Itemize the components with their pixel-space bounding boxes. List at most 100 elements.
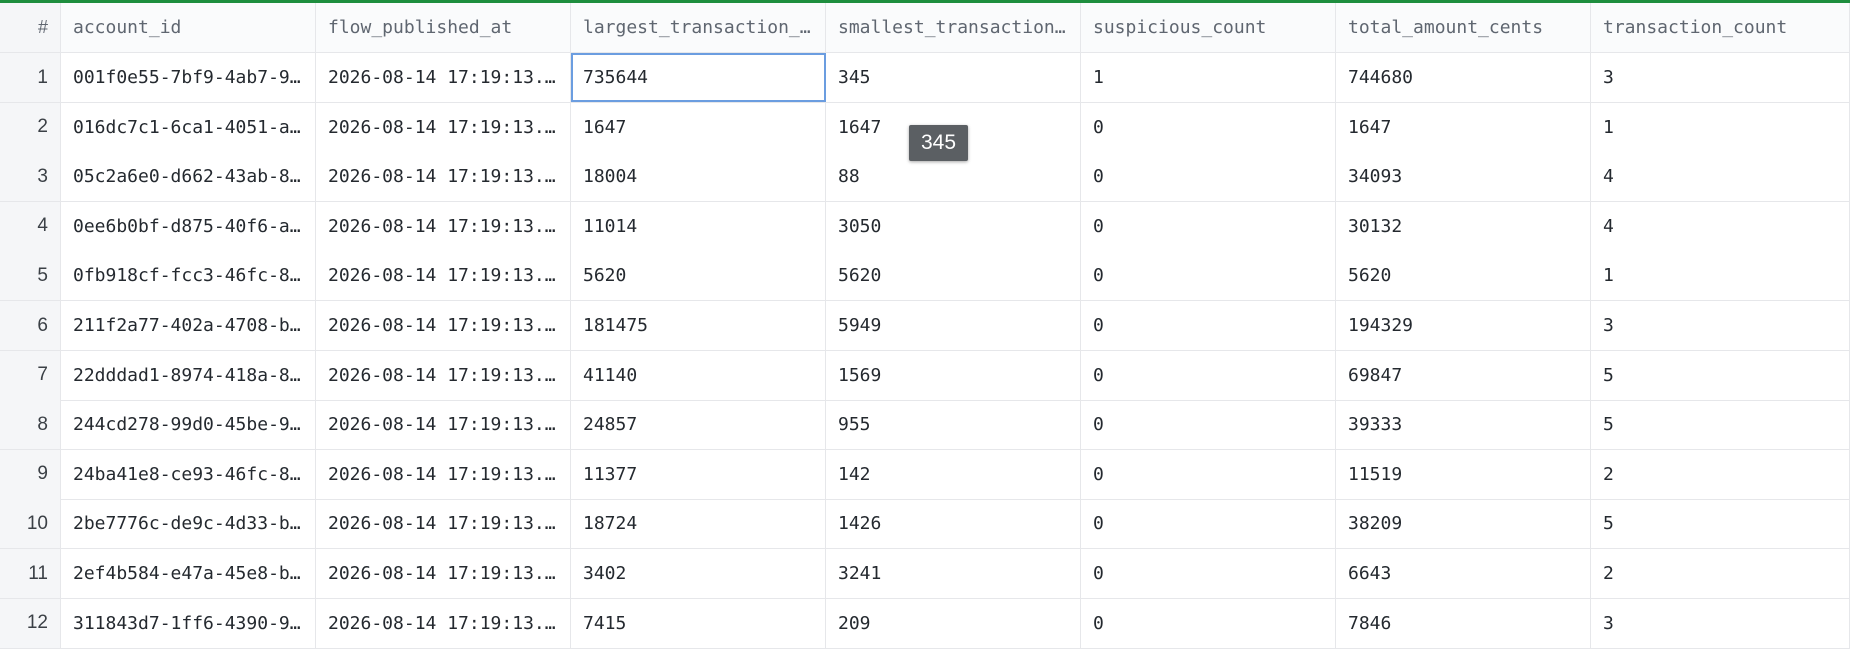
cell-transaction-count[interactable]: 5 — [1591, 350, 1850, 400]
cell-flow-published-at[interactable]: 2026-08-14 17:19:13.… — [316, 152, 571, 202]
cell-smallest-transaction[interactable]: 5949 — [826, 301, 1081, 350]
cell-total-amount-cents[interactable]: 30132 — [1336, 201, 1591, 251]
cell-largest-transaction[interactable]: 18004 — [571, 152, 826, 202]
cell-transaction-count[interactable]: 1 — [1591, 102, 1850, 152]
cell-total-amount-cents[interactable]: 744680 — [1336, 53, 1591, 102]
column-header-largest-transaction[interactable]: largest_transaction_… — [571, 3, 826, 52]
cell-account-id[interactable]: 2be7776c-de9c-4d33-b… — [61, 499, 316, 549]
cell-account-id[interactable]: 001f0e55-7bf9-4ab7-9… — [61, 53, 316, 102]
cell-total-amount-cents[interactable]: 11519 — [1336, 449, 1591, 499]
cell-account-id[interactable]: 24ba41e8-ce93-46fc-8… — [61, 449, 316, 499]
cell-smallest-transaction[interactable]: 5620 — [826, 251, 1081, 301]
table-row[interactable]: 1 001f0e55-7bf9-4ab7-9… 2026-08-14 17:19:1… — [0, 53, 1850, 103]
cell-total-amount-cents[interactable]: 1647 — [1336, 102, 1591, 152]
cell-largest-transaction[interactable]: 181475 — [571, 301, 826, 350]
cell-transaction-count[interactable]: 3 — [1591, 598, 1850, 648]
cell-account-id[interactable]: 244cd278-99d0-45be-9… — [61, 400, 316, 450]
cell-total-amount-cents[interactable]: 5620 — [1336, 251, 1591, 301]
cell-account-id[interactable]: 211f2a77-402a-4708-b… — [61, 301, 316, 350]
cell-largest-transaction[interactable]: 41140 — [571, 350, 826, 400]
cell-total-amount-cents[interactable]: 194329 — [1336, 301, 1591, 350]
cell-account-id[interactable]: 0fb918cf-fcc3-46fc-8… — [61, 251, 316, 301]
cell-smallest-transaction[interactable]: 345 — [826, 53, 1081, 102]
cell-suspicious-count[interactable]: 0 — [1081, 251, 1336, 301]
cell-largest-transaction[interactable]: 7415 — [571, 598, 826, 648]
cell-suspicious-count[interactable]: 0 — [1081, 350, 1336, 400]
cell-suspicious-count[interactable]: 0 — [1081, 152, 1336, 202]
cell-largest-transaction[interactable]: 18724 — [571, 499, 826, 549]
cell-account-id[interactable]: 05c2a6e0-d662-43ab-8… — [61, 152, 316, 202]
cell-flow-published-at[interactable]: 2026-08-14 17:19:13.… — [316, 499, 571, 549]
column-header-account-id[interactable]: account_id — [61, 3, 316, 52]
cell-suspicious-count[interactable]: 0 — [1081, 499, 1336, 549]
table-row[interactable]: 9 24ba41e8-ce93-46fc-8… 2026-08-14 17:19:1… — [0, 449, 1850, 500]
cell-flow-published-at[interactable]: 2026-08-14 17:19:13.… — [316, 400, 571, 450]
cell-total-amount-cents[interactable]: 6643 — [1336, 549, 1591, 598]
cell-largest-transaction[interactable]: 3402 — [571, 549, 826, 598]
cell-transaction-count[interactable]: 2 — [1591, 449, 1850, 499]
table-row[interactable]: 7 22dddad1-8974-418a-8… 2026-08-14 17:19:1… — [0, 350, 1850, 401]
cell-flow-published-at[interactable]: 2026-08-14 17:19:13.… — [316, 350, 571, 400]
cell-suspicious-count[interactable]: 0 — [1081, 301, 1336, 350]
cell-largest-transaction[interactable]: 1647 — [571, 102, 826, 152]
table-row[interactable]: 8 244cd278-99d0-45be-9… 2026-08-14 17:19:1… — [0, 400, 1850, 451]
table-row[interactable]: 10 2be7776c-de9c-4d33-b… 2026-08-14 17:19:… — [0, 499, 1850, 550]
column-header-transaction-count[interactable]: transaction_count — [1591, 3, 1850, 52]
cell-smallest-transaction[interactable]: 209 — [826, 598, 1081, 648]
column-header-smallest-transaction[interactable]: smallest_transaction… — [826, 3, 1081, 52]
cell-flow-published-at[interactable]: 2026-08-14 17:19:13.… — [316, 201, 571, 251]
cell-smallest-transaction[interactable]: 955 — [826, 400, 1081, 450]
cell-transaction-count[interactable]: 4 — [1591, 201, 1850, 251]
cell-account-id[interactable]: 016dc7c1-6ca1-4051-a… — [61, 102, 316, 152]
cell-account-id[interactable]: 22dddad1-8974-418a-8… — [61, 350, 316, 400]
cell-suspicious-count[interactable]: 0 — [1081, 598, 1336, 648]
table-row[interactable]: 5 0fb918cf-fcc3-46fc-8… 2026-08-14 17:19:1… — [0, 251, 1850, 302]
cell-largest-transaction[interactable]: 735644 — [571, 53, 826, 102]
cell-total-amount-cents[interactable]: 34093 — [1336, 152, 1591, 202]
cell-transaction-count[interactable]: 1 — [1591, 251, 1850, 301]
cell-total-amount-cents[interactable]: 38209 — [1336, 499, 1591, 549]
cell-transaction-count[interactable]: 3 — [1591, 53, 1850, 102]
table-row[interactable]: 12 311843d7-1ff6-4390-9… 2026-08-14 17:19:… — [0, 598, 1850, 649]
cell-suspicious-count[interactable]: 0 — [1081, 449, 1336, 499]
cell-largest-transaction[interactable]: 11014 — [571, 201, 826, 251]
cell-largest-transaction[interactable]: 24857 — [571, 400, 826, 450]
results-grid[interactable]: # account_id flow_published_at largest_t… — [0, 3, 1850, 654]
cell-flow-published-at[interactable]: 2026-08-14 17:19:13.… — [316, 449, 571, 499]
table-row[interactable]: 4 0ee6b0bf-d875-40f6-a… 2026-08-14 17:19:1… — [0, 201, 1850, 252]
cell-flow-published-at[interactable]: 2026-08-14 17:19:13.… — [316, 251, 571, 301]
cell-account-id[interactable]: 2ef4b584-e47a-45e8-b… — [61, 549, 316, 598]
cell-flow-published-at[interactable]: 2026-08-14 17:19:13.… — [316, 301, 571, 350]
cell-flow-published-at[interactable]: 2026-08-14 17:19:13.… — [316, 598, 571, 648]
cell-account-id[interactable]: 311843d7-1ff6-4390-9… — [61, 598, 316, 648]
cell-suspicious-count[interactable]: 0 — [1081, 400, 1336, 450]
cell-suspicious-count[interactable]: 1 — [1081, 53, 1336, 102]
cell-flow-published-at[interactable]: 2026-08-14 17:19:13.… — [316, 53, 571, 102]
column-header-suspicious-count[interactable]: suspicious_count — [1081, 3, 1336, 52]
cell-transaction-count[interactable]: 4 — [1591, 152, 1850, 202]
cell-smallest-transaction[interactable]: 142 — [826, 449, 1081, 499]
cell-smallest-transaction[interactable]: 3050 — [826, 201, 1081, 251]
cell-largest-transaction[interactable]: 11377 — [571, 449, 826, 499]
column-header-total-amount-cents[interactable]: total_amount_cents — [1336, 3, 1591, 52]
table-row[interactable]: 6 211f2a77-402a-4708-b… 2026-08-14 17:19:1… — [0, 301, 1850, 351]
cell-transaction-count[interactable]: 5 — [1591, 499, 1850, 549]
cell-smallest-transaction[interactable]: 1569 — [826, 350, 1081, 400]
cell-suspicious-count[interactable]: 0 — [1081, 102, 1336, 152]
cell-total-amount-cents[interactable]: 69847 — [1336, 350, 1591, 400]
column-header-flow-published-at[interactable]: flow_published_at — [316, 3, 571, 52]
cell-suspicious-count[interactable]: 0 — [1081, 201, 1336, 251]
cell-transaction-count[interactable]: 3 — [1591, 301, 1850, 350]
cell-largest-transaction[interactable]: 5620 — [571, 251, 826, 301]
cell-transaction-count[interactable]: 5 — [1591, 400, 1850, 450]
cell-transaction-count[interactable]: 2 — [1591, 549, 1850, 598]
cell-flow-published-at[interactable]: 2026-08-14 17:19:13.… — [316, 102, 571, 152]
cell-smallest-transaction[interactable]: 3241 — [826, 549, 1081, 598]
cell-account-id[interactable]: 0ee6b0bf-d875-40f6-a… — [61, 201, 316, 251]
cell-smallest-transaction[interactable]: 1426 — [826, 499, 1081, 549]
cell-flow-published-at[interactable]: 2026-08-14 17:19:13.… — [316, 549, 571, 598]
table-row[interactable]: 11 2ef4b584-e47a-45e8-b… 2026-08-14 17:19:… — [0, 549, 1850, 599]
cell-total-amount-cents[interactable]: 7846 — [1336, 598, 1591, 648]
cell-total-amount-cents[interactable]: 39333 — [1336, 400, 1591, 450]
cell-suspicious-count[interactable]: 0 — [1081, 549, 1336, 598]
